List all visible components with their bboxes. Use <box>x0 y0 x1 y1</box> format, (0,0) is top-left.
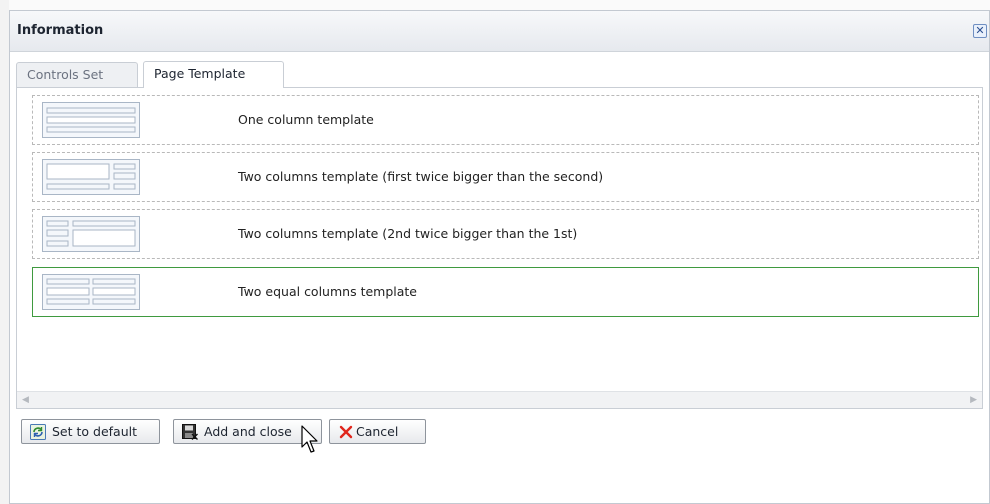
horizontal-scrollbar[interactable]: ◀ ▶ <box>17 391 982 408</box>
save-icon <box>182 424 198 440</box>
template-label: Two equal columns template <box>238 284 417 299</box>
background-page-top <box>9 0 990 10</box>
template-option-one-column[interactable]: One column template <box>32 95 979 145</box>
mouse-pointer-icon <box>301 425 318 453</box>
add-and-close-label: Add and close <box>204 424 292 439</box>
set-to-default-label: Set to default <box>52 424 138 439</box>
template-option-equal-columns[interactable]: Two equal columns template <box>32 267 979 317</box>
template-label: Two columns template (first twice bigger… <box>238 169 604 184</box>
template-list-panel: One column template Two columns template… <box>16 87 983 409</box>
dialog-title: Information <box>17 23 104 38</box>
refresh-icon <box>30 424 46 440</box>
cancel-label: Cancel <box>356 424 399 439</box>
one-column-template-thumbnail <box>42 102 140 138</box>
wide-narrow-template-thumbnail <box>42 159 140 195</box>
scroll-right-icon[interactable]: ▶ <box>970 395 977 405</box>
tab-controls-set[interactable]: Controls Set <box>16 62 138 88</box>
equal-columns-template-thumbnail <box>42 274 140 310</box>
template-label: One column template <box>238 112 374 127</box>
scroll-left-icon[interactable]: ◀ <box>22 395 29 405</box>
template-label: Two columns template (2nd twice bigger t… <box>238 226 578 241</box>
tab-page-template[interactable]: Page Template <box>143 61 284 88</box>
x-icon <box>339 425 353 439</box>
set-to-default-button[interactable]: Set to default <box>21 419 160 444</box>
narrow-wide-template-thumbnail <box>42 216 140 252</box>
template-option-narrow-wide[interactable]: Two columns template (2nd twice bigger t… <box>32 209 979 259</box>
information-dialog: Information ✕ Controls Set Page Template… <box>9 10 990 504</box>
dialog-titlebar: Information ✕ <box>10 11 989 52</box>
template-option-wide-narrow[interactable]: Two columns template (first twice bigger… <box>32 152 979 202</box>
close-icon[interactable]: ✕ <box>973 24 987 38</box>
cancel-button[interactable]: Cancel <box>329 419 426 444</box>
